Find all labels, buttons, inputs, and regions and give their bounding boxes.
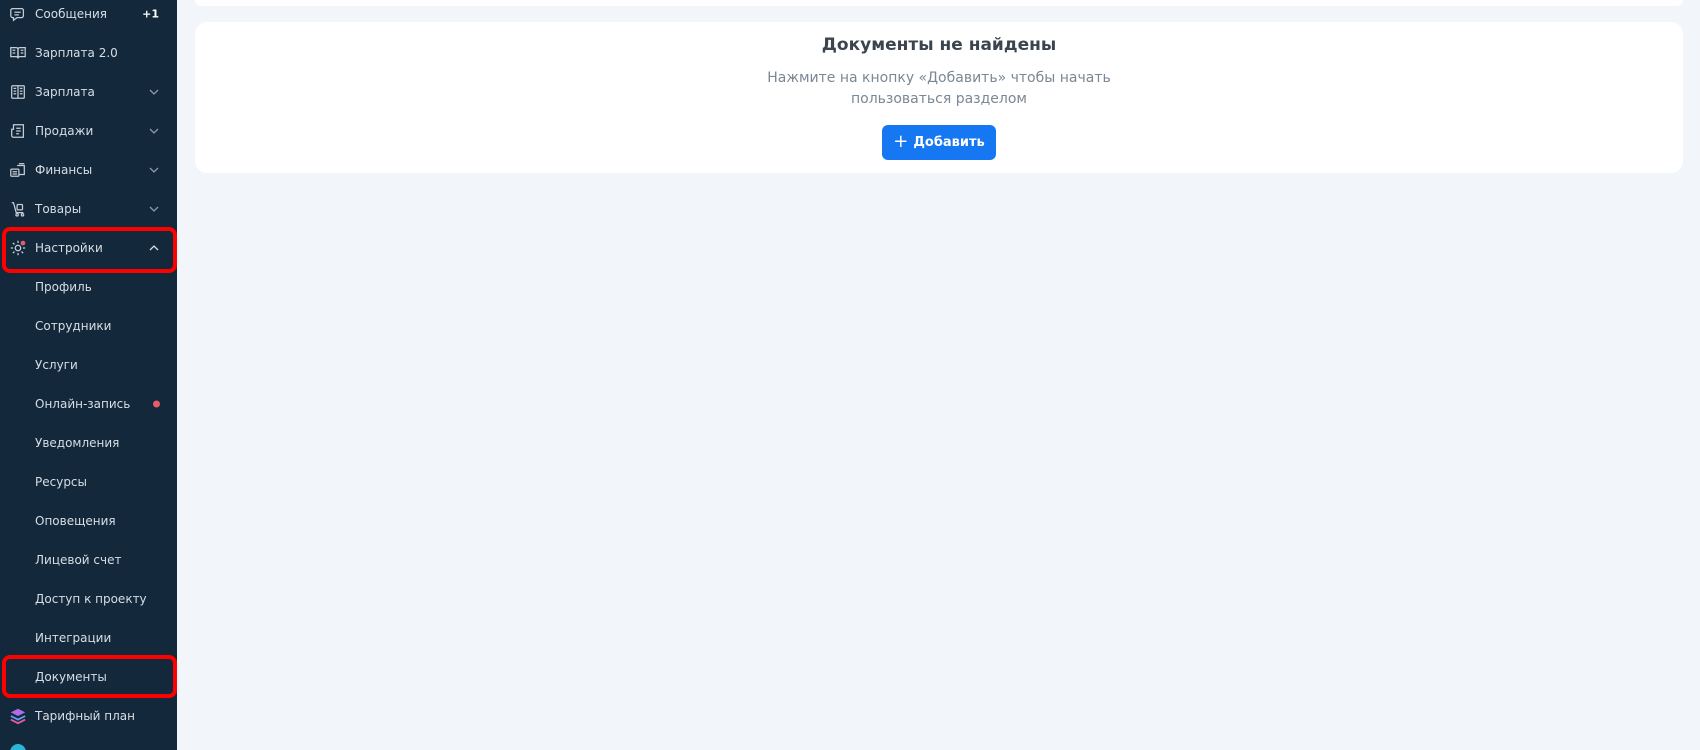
- sidebar-item-salary[interactable]: Зарплата: [0, 72, 177, 111]
- sidebar-item-messages[interactable]: Сообщения +1: [0, 0, 177, 33]
- book-icon: [8, 43, 28, 63]
- add-button-label: Добавить: [913, 135, 985, 150]
- empty-state-title: Документы не найдены: [821, 35, 1057, 55]
- sidebar-subitem-account[interactable]: Лицевой счет: [0, 540, 177, 579]
- chevron-down-icon[interactable]: [148, 164, 160, 176]
- sidebar-subitem-services[interactable]: Услуги: [0, 345, 177, 384]
- sidebar-subitem-project-access[interactable]: Доступ к проекту: [0, 579, 177, 618]
- plus-icon: +: [893, 131, 909, 152]
- sidebar-item-salary2[interactable]: Зарплата 2.0: [0, 33, 177, 72]
- sidebar-subitem-resources[interactable]: Ресурсы: [0, 462, 177, 501]
- sidebar-item-label: Зарплата 2.0: [35, 45, 118, 60]
- chat-icon: [8, 4, 28, 24]
- sidebar-item-label: Товары: [35, 201, 82, 216]
- sidebar-subitem-notifications[interactable]: Уведомления: [0, 423, 177, 462]
- sidebar-subitem-label: Сотрудники: [35, 318, 112, 333]
- sidebar-item-label: Зарплата: [35, 84, 95, 99]
- sidebar-item-finance[interactable]: Финансы: [0, 150, 177, 189]
- empty-state-text: Нажмите на кнопку «Добавить» чтобы начат…: [195, 68, 1683, 110]
- empty-state-card: Документы не найдены Нажмите на кнопку «…: [195, 22, 1683, 173]
- coins-icon: [8, 160, 28, 180]
- sidebar: Сообщения +1 Зарплата 2.0 Зарплата Прода…: [0, 0, 177, 750]
- sidebar-subitem-alerts[interactable]: Оповещения: [0, 501, 177, 540]
- sidebar-subitem-label: Уведомления: [35, 435, 120, 450]
- sidebar-subitem-integrations[interactable]: Интеграции: [0, 618, 177, 657]
- messages-count-badge: +1: [142, 7, 159, 20]
- add-document-button[interactable]: + Добавить: [882, 125, 996, 160]
- empty-state-text-line: пользоваться разделом: [850, 91, 1027, 107]
- sidebar-item-label: Финансы: [35, 162, 93, 177]
- settings-highlight: [2, 227, 177, 273]
- cart-icon: [8, 199, 28, 219]
- chevron-down-icon[interactable]: [148, 203, 160, 215]
- sidebar-subitem-label: Ресурсы: [35, 474, 88, 489]
- partial-item-icon: [10, 744, 26, 750]
- sidebar-item-tariff[interactable]: Тарифный план: [0, 696, 177, 735]
- sidebar-item-label: Тарифный план: [35, 708, 136, 723]
- notification-dot: [153, 400, 160, 407]
- top-card: [195, 0, 1683, 6]
- sidebar-subitem-label: Интеграции: [35, 630, 112, 645]
- documents-highlight: [2, 655, 177, 698]
- sidebar-subitem-label: Профиль: [35, 279, 92, 294]
- receipt-icon: [8, 121, 28, 141]
- columns-icon: [8, 82, 28, 102]
- sidebar-item-sales[interactable]: Продажи: [0, 111, 177, 150]
- sidebar-subitem-label: Доступ к проекту: [35, 591, 147, 606]
- chevron-down-icon[interactable]: [148, 125, 160, 137]
- sidebar-subitem-label: Оповещения: [35, 513, 116, 528]
- sidebar-item-label: Сообщения: [35, 6, 108, 21]
- sidebar-subitem-label: Онлайн-запись: [35, 396, 131, 411]
- sidebar-subitem-employees[interactable]: Сотрудники: [0, 306, 177, 345]
- empty-state-text-line: Нажмите на кнопку «Добавить» чтобы начат…: [767, 70, 1111, 86]
- sidebar-subitem-label: Лицевой счет: [35, 552, 122, 567]
- layers-icon: [8, 706, 28, 726]
- sidebar-item-label: Продажи: [35, 123, 94, 138]
- chevron-down-icon[interactable]: [148, 86, 160, 98]
- sidebar-subitem-label: Услуги: [35, 357, 78, 372]
- sidebar-subitem-online-booking[interactable]: Онлайн-запись: [0, 384, 177, 423]
- sidebar-item-goods[interactable]: Товары: [0, 189, 177, 228]
